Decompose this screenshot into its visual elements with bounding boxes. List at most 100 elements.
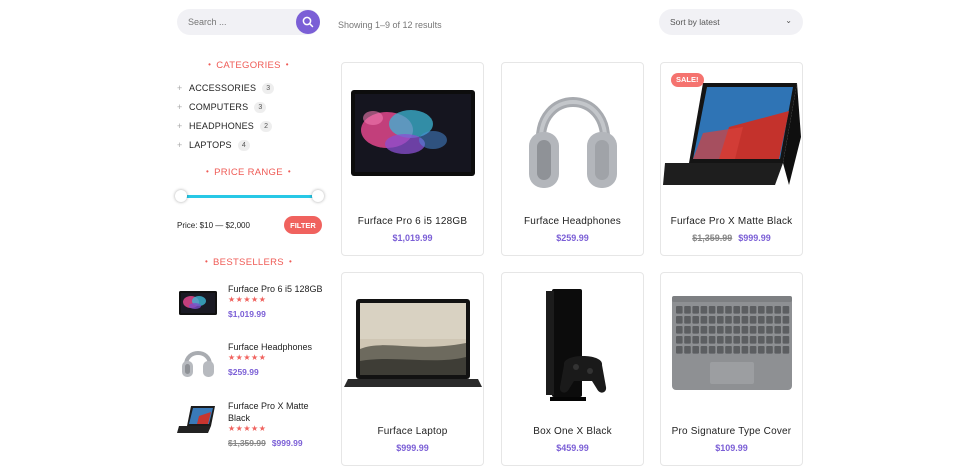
product-image[interactable] — [502, 63, 643, 203]
category-count: 4 — [237, 139, 250, 151]
keyboard-key — [716, 336, 724, 344]
product-name[interactable]: Furface Pro X Matte Black — [661, 216, 802, 227]
product-price: $1,019.99 — [392, 233, 433, 243]
rating-stars: ★★★★★ — [228, 424, 267, 433]
search-button[interactable] — [296, 10, 320, 34]
keyboard-cover-image — [671, 296, 792, 390]
keyboard-key — [675, 336, 683, 344]
keyboard-key — [732, 306, 740, 314]
product-card[interactable]: Furface Headphones $259.99 — [501, 62, 644, 256]
keyboard-key — [732, 346, 740, 354]
keyboard-key — [716, 326, 724, 334]
keyboard-key — [782, 316, 789, 324]
keyboard-key — [732, 336, 740, 344]
keyboard-key — [773, 306, 781, 314]
product-name[interactable]: Box One X Black — [502, 426, 643, 437]
keyboard-key — [724, 326, 732, 334]
keyboard-key — [724, 336, 732, 344]
product-name[interactable]: Furface Pro 6 i5 128GB — [342, 216, 483, 227]
keyboard-key — [683, 326, 691, 334]
keyboard-key — [757, 336, 765, 344]
bestsellers-title: • BESTSELLERS • — [204, 257, 293, 268]
product-card[interactable]: Box One X Black $459.99 — [501, 272, 644, 466]
keyboard-key — [749, 306, 756, 314]
product-name[interactable]: Pro Signature Type Cover — [661, 426, 802, 437]
category-count: 3 — [262, 82, 275, 94]
product-card[interactable]: Pro Signature Type Cover $109.99 — [660, 272, 803, 466]
bullet-icon: • — [204, 257, 209, 266]
bestseller-name[interactable]: Furface Pro X Matte Black — [228, 400, 326, 424]
keyboard-key — [724, 316, 732, 324]
keyboard-key — [782, 336, 789, 344]
keyboard-key — [683, 306, 691, 314]
keyboard-key — [716, 306, 724, 314]
tablet-keyboard-image — [662, 83, 801, 185]
keyboard-key — [732, 316, 740, 324]
product-price: $459.99 — [556, 443, 589, 453]
plus-icon: + — [177, 83, 183, 93]
price-slider-track[interactable] — [181, 195, 318, 198]
category-item-computers[interactable]: + COMPUTERS 3 — [177, 100, 267, 114]
sale-badge: SALE! — [671, 73, 704, 87]
product-card[interactable]: Furface Laptop $999.99 — [341, 272, 484, 466]
category-item-accessories[interactable]: + ACCESSORIES 3 — [177, 81, 275, 95]
product-image[interactable] — [502, 273, 643, 413]
filter-button[interactable]: FILTER — [284, 216, 322, 234]
keyboard-key — [765, 326, 773, 334]
keyboard-key — [765, 306, 773, 314]
product-image[interactable] — [661, 273, 802, 413]
keyboard-key — [675, 306, 683, 314]
keyboard-key — [773, 346, 781, 354]
product-card[interactable]: SALE! Furface Pro X Matte Black $1,359.9… — [660, 62, 803, 256]
price-slider-max-handle[interactable] — [312, 190, 324, 202]
keyboard-key — [691, 346, 699, 354]
keyboard-key — [700, 326, 707, 334]
category-label: COMPUTERS — [189, 102, 249, 112]
category-item-headphones[interactable]: + HEADPHONES 2 — [177, 119, 273, 133]
plus-icon: + — [177, 140, 183, 150]
product-name[interactable]: Furface Laptop — [342, 426, 483, 437]
bestseller-name[interactable]: Furface Pro 6 i5 128GB — [228, 283, 326, 295]
keyboard-key — [708, 326, 715, 334]
category-label: LAPTOPS — [189, 140, 232, 150]
category-count: 2 — [260, 120, 273, 132]
chevron-down-icon: ⌄ — [785, 16, 792, 25]
keyboard-key — [782, 326, 789, 334]
bullet-icon: • — [285, 60, 289, 69]
product-image[interactable] — [342, 273, 483, 413]
keyboard-key — [708, 316, 715, 324]
product-card[interactable]: Furface Pro 6 i5 128GB $1,019.99 — [341, 62, 484, 256]
keyboard-key — [716, 346, 724, 354]
product-image[interactable] — [342, 63, 483, 203]
bestseller-price: $1,359.99 $999.99 — [228, 438, 303, 448]
keyboard-key — [724, 346, 732, 354]
sort-select[interactable]: Sort by latest ⌄ — [659, 9, 803, 35]
bestseller-name[interactable]: Furface Headphones — [228, 341, 326, 353]
rating-stars: ★★★★★ — [228, 353, 267, 362]
price-slider-min-handle[interactable] — [175, 190, 187, 202]
keyboard-key — [749, 336, 756, 344]
product-name[interactable]: Furface Headphones — [502, 216, 643, 227]
keyboard-key — [691, 336, 699, 344]
keyboard-key — [708, 306, 715, 314]
keyboard-key — [749, 326, 756, 334]
keyboard-key — [691, 316, 699, 324]
keyboard-key — [691, 326, 699, 334]
keyboard-key — [675, 346, 683, 354]
keyboard-key — [757, 306, 765, 314]
bullet-icon: • — [287, 167, 291, 176]
keyboard-key — [741, 326, 748, 334]
search-input[interactable] — [188, 15, 288, 29]
price-range-title: • PRICE RANGE • — [206, 167, 291, 178]
keyboard-key — [683, 316, 691, 324]
bullet-icon: • — [206, 167, 210, 176]
bullet-icon: • — [208, 60, 212, 69]
keyboard-key — [683, 336, 691, 344]
keyboard-key — [700, 336, 707, 344]
category-item-laptops[interactable]: + LAPTOPS 4 — [177, 138, 250, 152]
category-label: HEADPHONES — [189, 121, 255, 131]
bestseller-price: $1,019.99 — [228, 309, 266, 319]
bestseller-price: $259.99 — [228, 367, 259, 377]
keyboard-key — [741, 336, 748, 344]
headphones-image — [528, 97, 617, 188]
